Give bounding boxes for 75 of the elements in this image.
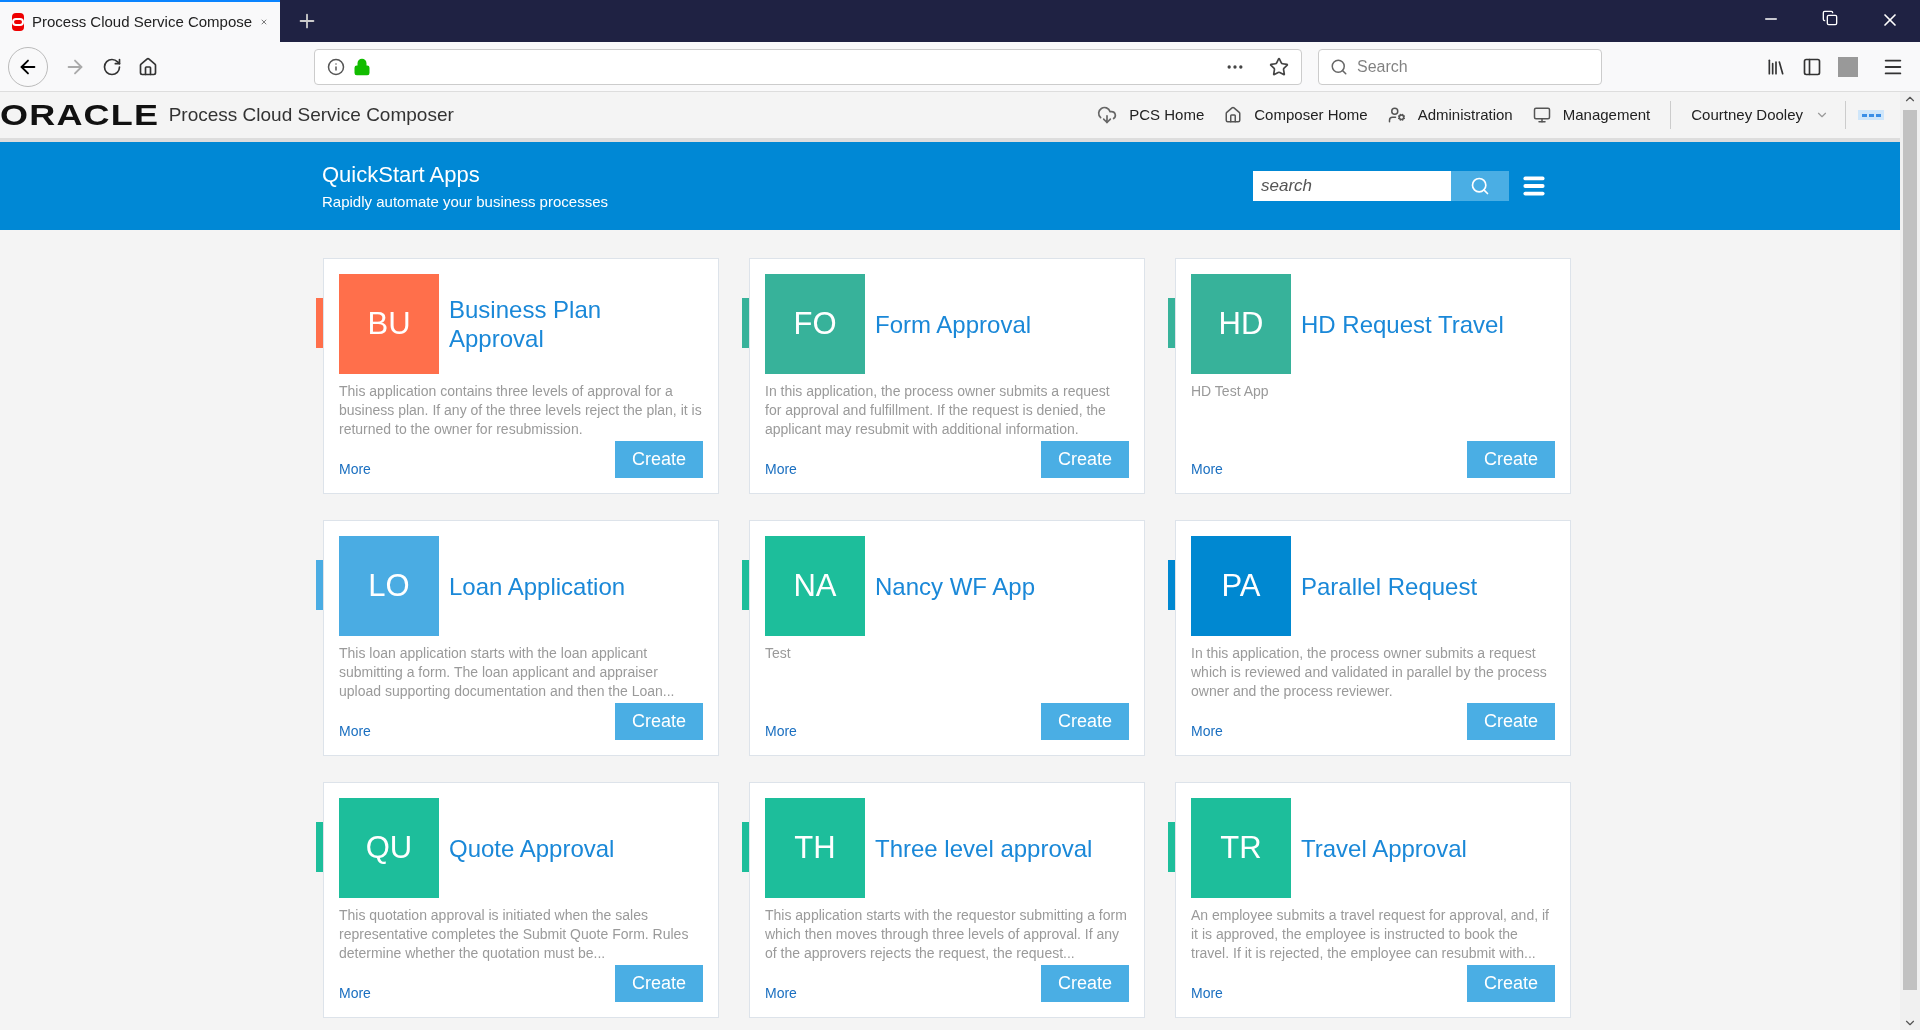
info-icon	[327, 57, 345, 76]
more-link[interactable]: More	[1191, 721, 1223, 742]
more-link[interactable]: More	[339, 721, 371, 742]
more-link[interactable]: More	[339, 459, 371, 480]
dots-icon[interactable]	[1858, 110, 1884, 120]
app-description: This application starts with the requestor submitting a form which then moves through three levels of approval. If any of the approvers rejects the request, the request...	[765, 906, 1128, 963]
sidebar-icon[interactable]	[1802, 56, 1822, 77]
more-link[interactable]: More	[765, 983, 797, 1004]
search-field[interactable]: search	[1253, 171, 1451, 201]
create-button[interactable]: Create	[1041, 703, 1129, 740]
app-tile: TH	[765, 798, 865, 898]
app-tile: PA	[1191, 536, 1291, 636]
app-title[interactable]: Nancy WF App	[875, 571, 1095, 601]
user-menu[interactable]: Courtney Dooley	[1691, 103, 1803, 127]
app-description: HD Test App	[1191, 382, 1270, 401]
cloud-icon	[1097, 105, 1118, 125]
oracle-logo: ORACLE	[0, 100, 160, 130]
search-field[interactable]: Search	[1318, 48, 1602, 85]
app-description: An employee submits a travel request for approval, and, if it is approved, the employee is instructed to book the travel. If it is rejected, the employee can resubmit with...	[1191, 906, 1550, 963]
create-button[interactable]: Create	[1041, 441, 1129, 478]
tab-favicon-icon	[12, 13, 24, 31]
extension-icon[interactable]	[1838, 56, 1858, 77]
app-tile: HD	[1191, 274, 1291, 374]
app-tile: QU	[339, 798, 439, 898]
bookmark-star-icon[interactable]	[1269, 56, 1289, 77]
home-icon	[1224, 106, 1243, 124]
more-link[interactable]: More	[1191, 459, 1223, 480]
app-description: This loan application starts with the loan applicant submitting a form. The loan applicant and appraiser upload supporting documentation and then the Loan...	[339, 644, 676, 701]
tab-title: Process Cloud Service Compose	[32, 11, 253, 32]
home-icon[interactable]	[138, 56, 158, 77]
app-description: This application contains three levels of approval for a business plan. If any of the three levels reject the plan, it is returned to the owner for resubmission.	[339, 382, 703, 439]
reload-icon[interactable]	[102, 56, 122, 77]
app-title[interactable]: Form Approval	[875, 309, 1095, 339]
create-button[interactable]: Create	[615, 441, 703, 478]
lock-icon	[353, 57, 371, 76]
app-title[interactable]: Business Plan Approval	[449, 295, 669, 353]
create-button[interactable]: Create	[1467, 441, 1555, 478]
app-title[interactable]: HD Request Travel	[1301, 309, 1521, 339]
app-title[interactable]: Loan Application	[449, 571, 669, 601]
app-title[interactable]: Travel Approval	[1301, 833, 1521, 863]
more-link[interactable]: More	[765, 459, 797, 480]
banner-title: QuickStart Apps	[322, 161, 481, 190]
app-title[interactable]: Three level approval	[875, 833, 1095, 863]
search-icon	[1330, 57, 1348, 76]
create-button[interactable]: Create	[1467, 965, 1555, 1002]
browser-tab[interactable]: Process Cloud Service Compose	[0, 0, 280, 42]
app-description: In this application, the process owner submits a request for approval and fulfillment. If the request is denied, the applicant may resubmit with additional information.	[765, 382, 1111, 439]
nav-link[interactable]: Management	[1562, 103, 1651, 127]
app-tile: LO	[339, 536, 439, 636]
user-gear-icon	[1387, 106, 1406, 124]
app-tile: NA	[765, 536, 865, 636]
nav-link[interactable]: Administration	[1417, 103, 1513, 127]
more-link[interactable]: More	[1191, 983, 1223, 1004]
nav-link[interactable]: Composer Home	[1254, 103, 1368, 127]
app-tile: TR	[1191, 798, 1291, 898]
app-tile: FO	[765, 274, 865, 374]
banner-subtitle: Rapidly automate your business processes	[322, 192, 608, 213]
search-icon	[1470, 176, 1490, 196]
more-link[interactable]: More	[765, 721, 797, 742]
nav-link[interactable]: PCS Home	[1129, 103, 1205, 127]
app-description: This quotation approval is initiated when the sales representative completes the Submit Quote Form. Rules determine whether the quotation must be...	[339, 906, 690, 963]
create-button[interactable]: Create	[615, 703, 703, 740]
app-title[interactable]: Parallel Request	[1301, 571, 1521, 601]
monitor-icon	[1532, 106, 1551, 124]
app-title[interactable]: Quote Approval	[449, 833, 669, 863]
scrollbar[interactable]	[1900, 92, 1920, 1030]
restore-icon[interactable]	[1822, 10, 1838, 26]
create-button[interactable]: Create	[1041, 965, 1129, 1002]
app-description: Test	[765, 644, 792, 663]
create-button[interactable]: Create	[615, 965, 703, 1002]
app-description: In this application, the process owner submits a request which is reviewed and validated in parallel by the process owner and the process reviewer.	[1191, 644, 1548, 701]
app-tile: BU	[339, 274, 439, 374]
more-link[interactable]: More	[339, 983, 371, 1004]
create-button[interactable]: Create	[1467, 703, 1555, 740]
product-title: Process Cloud Service Composer	[168, 102, 454, 127]
